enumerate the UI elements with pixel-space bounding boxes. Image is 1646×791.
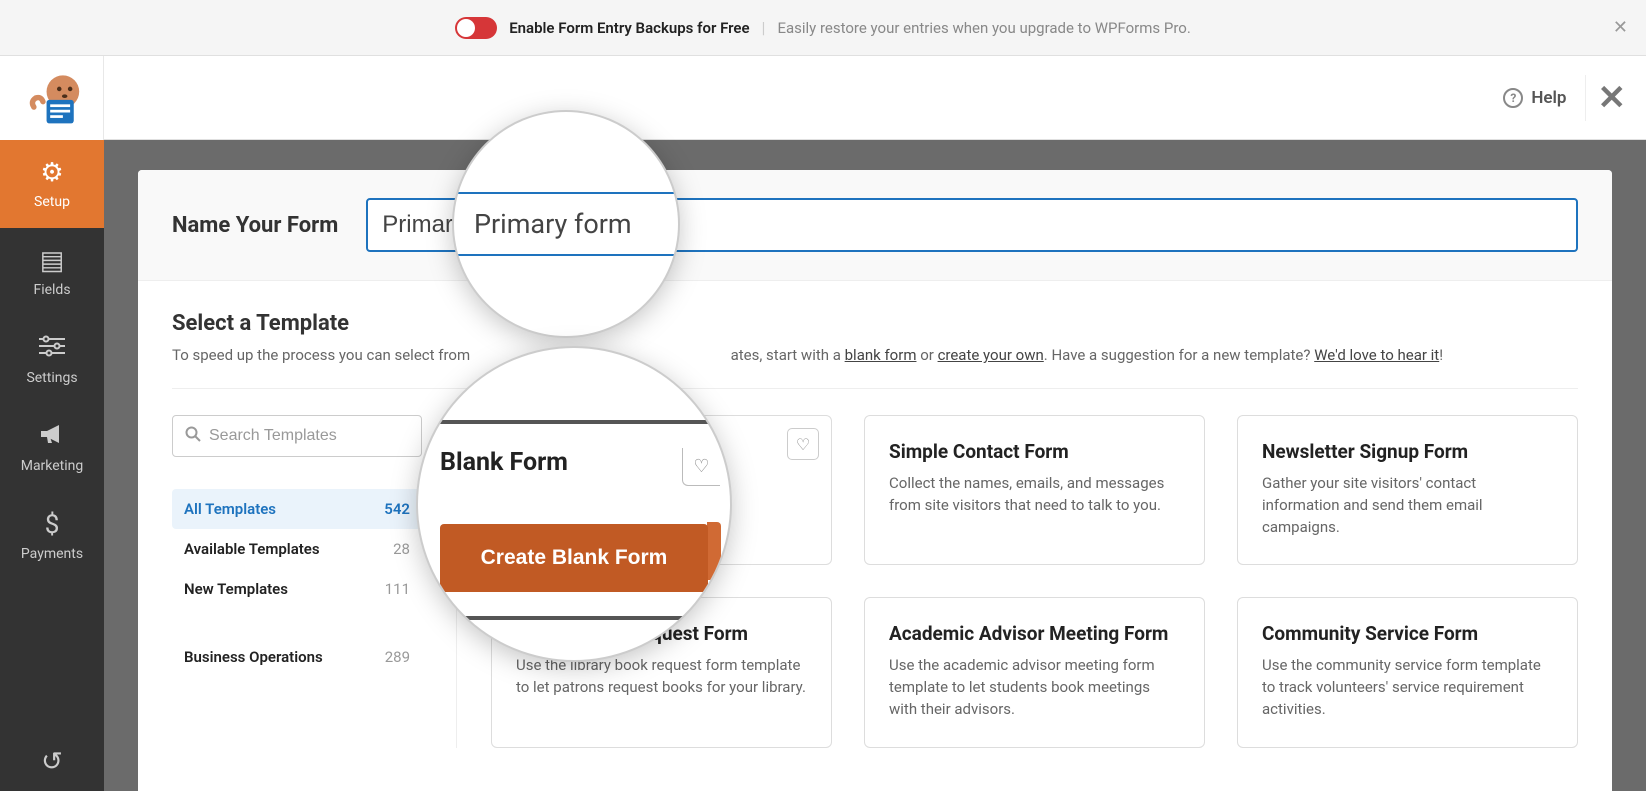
sidebar-item-marketing[interactable]: Marketing	[0, 404, 104, 492]
category-business[interactable]: Business Operations 289	[172, 637, 422, 677]
search-icon	[185, 426, 201, 446]
template-card-contact[interactable]: Simple Contact Form Collect the names, e…	[864, 415, 1205, 565]
sidebar: ⚙ Setup ▤ Fields Settings Marketing $ Pa…	[0, 140, 104, 791]
name-label: Name Your Form	[172, 213, 338, 238]
feedback-link[interactable]: We'd love to hear it	[1314, 346, 1439, 364]
help-button[interactable]: ? Help	[1503, 88, 1566, 108]
create-blank-form-button[interactable]: Create Blank Form	[440, 524, 708, 592]
template-card-newsletter[interactable]: Newsletter Signup Form Gather your site …	[1237, 415, 1578, 565]
wpforms-logo-icon	[23, 69, 81, 127]
zoom-callout-name: Primary form	[454, 112, 678, 336]
bullhorn-icon	[39, 422, 65, 452]
banner-bold-text: Enable Form Entry Backups for Free	[509, 19, 749, 37]
sliders-icon	[39, 334, 65, 364]
history-icon: ↺	[41, 747, 63, 777]
header-bar: ? Help ✕	[104, 56, 1646, 140]
fields-icon: ▤	[40, 246, 65, 276]
help-icon: ?	[1503, 88, 1523, 108]
name-form-section: Name Your Form	[138, 170, 1612, 281]
sidebar-item-payments[interactable]: $ Payments	[0, 492, 104, 580]
template-card-advisor[interactable]: Academic Advisor Meeting Form Use the ac…	[864, 597, 1205, 747]
logo[interactable]	[0, 56, 104, 140]
dollar-icon: $	[45, 510, 60, 540]
sidebar-item-history[interactable]: ↺	[0, 733, 104, 791]
sidebar-item-fields[interactable]: ▤ Fields	[0, 228, 104, 316]
search-templates-input[interactable]	[172, 415, 422, 457]
banner-light-text: Easily restore your entries when you upg…	[777, 19, 1190, 37]
promo-banner: Enable Form Entry Backups for Free | Eas…	[0, 0, 1646, 56]
category-new[interactable]: New Templates 111	[172, 569, 422, 609]
blank-form-link[interactable]: blank form	[845, 346, 917, 364]
gear-icon: ⚙	[40, 158, 63, 188]
category-available[interactable]: Available Templates 28	[172, 529, 422, 569]
close-button[interactable]: ✕	[1585, 75, 1627, 121]
zoom-callout-blank: Blank Form ♡ Create Blank Form	[418, 348, 730, 660]
main-area: Name Your Form Select a Template To spee…	[104, 140, 1646, 791]
toggle-icon[interactable]	[455, 17, 497, 39]
template-title: Select a Template	[172, 311, 1578, 336]
sidebar-item-setup[interactable]: ⚙ Setup	[0, 140, 104, 228]
create-own-link[interactable]: create your own	[938, 346, 1044, 364]
favorite-icon[interactable]: ♡	[682, 448, 720, 486]
favorite-icon[interactable]: ♡	[787, 428, 819, 460]
template-description: To speed up the process you can select f…	[172, 346, 1578, 364]
close-icon[interactable]: ✕	[1613, 17, 1628, 38]
template-sidebar: All Templates 542 Available Templates 28…	[172, 415, 422, 748]
sidebar-item-settings[interactable]: Settings	[0, 316, 104, 404]
category-all[interactable]: All Templates 542	[172, 489, 422, 529]
template-card-community[interactable]: Community Service Form Use the community…	[1237, 597, 1578, 747]
